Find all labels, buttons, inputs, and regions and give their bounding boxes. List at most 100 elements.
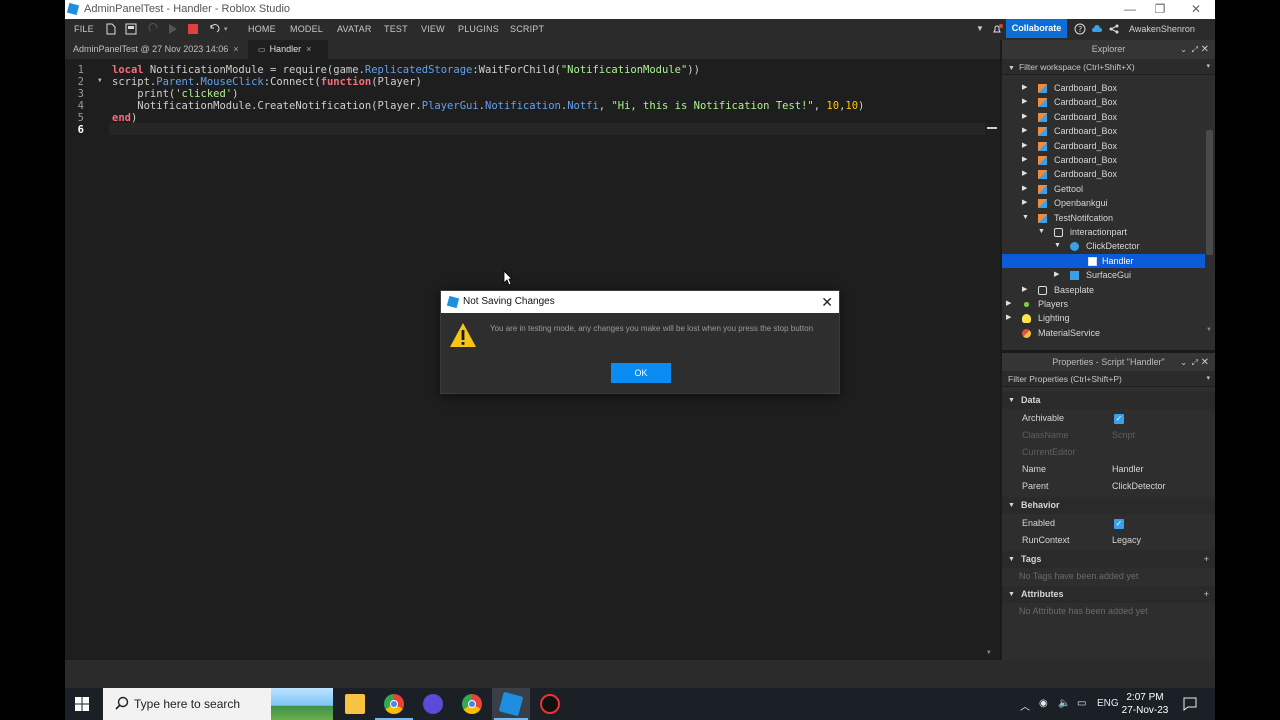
taskbar-clock[interactable]: 2:07 PM 27-Nov-23 bbox=[1119, 691, 1171, 717]
tree-item[interactable]: ▶ Cardboard_Box bbox=[1002, 167, 1205, 181]
ok-button[interactable]: OK bbox=[611, 363, 671, 383]
prop-name[interactable]: Name Handler bbox=[1002, 461, 1215, 478]
menu-script[interactable]: SCRIPT bbox=[510, 24, 544, 34]
expand-arrow-icon[interactable]: ▶ bbox=[1006, 311, 1011, 325]
volume-icon[interactable]: 🔈 bbox=[1058, 698, 1070, 709]
discord-tray-icon[interactable]: ◉ bbox=[1039, 698, 1048, 709]
tree-item[interactable]: ▼ ClickDetector bbox=[1002, 239, 1205, 253]
fold-arrow-icon[interactable]: ▼ bbox=[98, 77, 102, 84]
tab-handler[interactable]: ▭ Handler × bbox=[248, 40, 328, 59]
undo-dropdown-icon[interactable]: ▾ bbox=[224, 25, 228, 33]
section-data[interactable]: ▼ Data bbox=[1002, 392, 1215, 409]
share-icon[interactable] bbox=[1108, 23, 1120, 35]
expand-arrow-icon[interactable]: ▶ bbox=[1022, 95, 1027, 109]
collapse-arrow-icon[interactable]: ▼ bbox=[1038, 225, 1045, 239]
scroll-down-icon[interactable]: ▼ bbox=[1206, 327, 1212, 333]
file-explorer-icon[interactable] bbox=[345, 694, 365, 714]
undock-icon[interactable]: ⤢ bbox=[1192, 353, 1198, 372]
tree-item[interactable]: ▶ Cardboard_Box bbox=[1002, 110, 1205, 124]
prop-enabled[interactable]: Enabled ✓ bbox=[1002, 515, 1215, 532]
checkbox-checked-icon[interactable]: ✓ bbox=[1114, 519, 1124, 529]
properties-filter-input[interactable]: Filter Properties (Ctrl+Shift+P) ▾ bbox=[1002, 371, 1215, 387]
help-icon[interactable]: ? bbox=[1074, 23, 1086, 35]
menu-plugins[interactable]: PLUGINS bbox=[458, 24, 499, 34]
add-tag-icon[interactable]: + bbox=[1204, 551, 1209, 568]
tree-item[interactable]: ▶ Lighting bbox=[1002, 311, 1205, 325]
scroll-down-icon[interactable]: ▼ bbox=[987, 649, 991, 656]
tree-item[interactable]: ▶ Gettool bbox=[1002, 182, 1205, 196]
save-icon[interactable] bbox=[125, 23, 137, 35]
tree-item[interactable]: ▶ Cardboard_Box bbox=[1002, 124, 1205, 138]
tree-item[interactable]: ▶ Cardboard_Box bbox=[1002, 81, 1205, 95]
restore-button[interactable]: ❐ bbox=[1145, 1, 1175, 17]
collaborate-button[interactable]: Collaborate bbox=[1006, 19, 1067, 38]
tree-item-selected[interactable]: Handler bbox=[1002, 254, 1205, 268]
redo-disabled-icon[interactable] bbox=[148, 23, 160, 35]
undo-icon[interactable] bbox=[208, 23, 220, 35]
menu-home[interactable]: HOME bbox=[248, 24, 276, 34]
chevron-down-icon[interactable]: ▼ bbox=[976, 24, 984, 33]
chevron-down-icon[interactable]: ▾ bbox=[1206, 371, 1210, 387]
notification-center-icon[interactable] bbox=[1183, 697, 1197, 711]
close-tab-icon[interactable]: × bbox=[306, 44, 311, 54]
username[interactable]: AwakenShenron bbox=[1129, 24, 1195, 34]
notification-bell-icon[interactable] bbox=[991, 23, 1003, 35]
section-behavior[interactable]: ▼ Behavior bbox=[1002, 497, 1215, 514]
language-indicator[interactable]: ENG bbox=[1097, 698, 1119, 709]
menu-avatar[interactable]: AVATAR bbox=[337, 24, 372, 34]
tree-item[interactable]: ▶ Cardboard_Box bbox=[1002, 95, 1205, 109]
collapse-arrow-icon[interactable]: ▼ bbox=[1054, 239, 1061, 253]
expand-arrow-icon[interactable]: ▶ bbox=[1022, 283, 1027, 297]
menu-file[interactable]: FILE bbox=[74, 24, 94, 34]
tab-adminpaneltest[interactable]: AdminPanelTest @ 27 Nov 2023 14:06 × bbox=[73, 40, 239, 59]
chevron-down-icon[interactable]: ⌄ bbox=[1180, 40, 1187, 59]
windows-start-icon[interactable] bbox=[75, 697, 89, 711]
explorer-scrollbar[interactable] bbox=[1206, 130, 1213, 255]
chrome-icon[interactable] bbox=[384, 694, 404, 714]
cloud-icon[interactable] bbox=[1091, 23, 1103, 35]
close-window-button[interactable]: ✕ bbox=[1181, 1, 1211, 17]
prop-parent[interactable]: Parent ClickDetector bbox=[1002, 478, 1215, 495]
chevron-down-icon[interactable]: ⌄ bbox=[1180, 353, 1187, 372]
chrome-icon[interactable] bbox=[462, 694, 482, 714]
stop-icon[interactable] bbox=[187, 23, 199, 35]
close-panel-icon[interactable]: ✕ bbox=[1201, 40, 1209, 59]
tree-item[interactable]: ▼ interactionpart bbox=[1002, 225, 1205, 239]
tree-item[interactable]: ▶ Cardboard_Box bbox=[1002, 153, 1205, 167]
tree-item[interactable]: ▶ Baseplate bbox=[1002, 283, 1205, 297]
explorer-tree[interactable]: ▶ Cardboard_Box ▶ Cardboard_Box ▶ Cardboard… bbox=[1002, 81, 1215, 343]
show-hidden-icons-icon[interactable]: ︿ bbox=[1020, 698, 1030, 713]
close-tab-icon[interactable]: × bbox=[233, 44, 238, 54]
play-icon[interactable] bbox=[166, 23, 178, 35]
expand-arrow-icon[interactable]: ▶ bbox=[1022, 139, 1027, 153]
obs-icon[interactable] bbox=[540, 694, 560, 714]
menu-model[interactable]: MODEL bbox=[290, 24, 323, 34]
network-icon[interactable]: ▭ bbox=[1077, 698, 1086, 709]
undock-icon[interactable]: ⤢ bbox=[1192, 40, 1198, 59]
expand-arrow-icon[interactable]: ▶ bbox=[1022, 182, 1027, 196]
tree-item[interactable]: ▶ SurfaceGui bbox=[1002, 268, 1205, 282]
expand-arrow-icon[interactable]: ▶ bbox=[1022, 153, 1027, 167]
expand-arrow-icon[interactable]: ▶ bbox=[1022, 110, 1027, 124]
tree-item[interactable]: ▶ Players bbox=[1002, 297, 1205, 311]
menu-test[interactable]: TEST bbox=[384, 24, 408, 34]
section-tags[interactable]: ▼ Tags + bbox=[1002, 551, 1215, 568]
taskbar-search-input[interactable]: Type here to search bbox=[103, 688, 333, 720]
section-attributes[interactable]: ▼ Attributes + bbox=[1002, 586, 1215, 603]
collapse-arrow-icon[interactable]: ▼ bbox=[1022, 211, 1029, 225]
checkbox-checked-icon[interactable]: ✓ bbox=[1114, 414, 1124, 424]
close-panel-icon[interactable]: ✕ bbox=[1201, 353, 1209, 372]
expand-arrow-icon[interactable]: ▶ bbox=[1054, 268, 1059, 282]
new-file-icon[interactable] bbox=[105, 23, 117, 35]
tree-item[interactable]: ▶ Openbankgui bbox=[1002, 196, 1205, 210]
prop-runcontext[interactable]: RunContext Legacy bbox=[1002, 532, 1215, 549]
prop-archivable[interactable]: Archivable ✓ bbox=[1002, 410, 1215, 427]
expand-arrow-icon[interactable]: ▶ bbox=[1022, 124, 1027, 138]
expand-arrow-icon[interactable]: ▶ bbox=[1006, 297, 1011, 311]
tree-item[interactable]: ▼ TestNotifcation bbox=[1002, 211, 1205, 225]
tree-item[interactable]: MaterialService bbox=[1002, 326, 1205, 340]
expand-arrow-icon[interactable]: ▶ bbox=[1022, 81, 1027, 95]
discord-icon[interactable] bbox=[423, 694, 443, 714]
chevron-down-icon[interactable]: ▾ bbox=[1206, 59, 1210, 75]
close-dialog-button[interactable]: ✕ bbox=[821, 291, 833, 313]
